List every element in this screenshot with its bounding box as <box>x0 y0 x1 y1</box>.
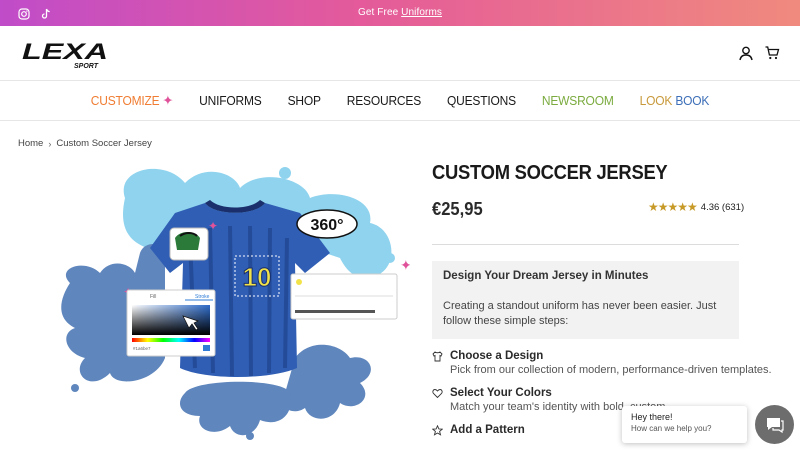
chat-prompt: How can we help you? <box>631 424 712 433</box>
step-title: Choose a Design <box>450 350 544 362</box>
chevron-right-icon: › <box>48 138 52 149</box>
step-item: Choose a Design Pick from our collection… <box>432 350 772 376</box>
panel-tab-stroke: Stroke <box>195 294 210 300</box>
announcement-prefix: Get Free <box>358 7 399 18</box>
announcement-bar: Get Free Uniforms <box>0 0 800 26</box>
splash-dot <box>71 384 79 392</box>
divider <box>432 244 739 245</box>
site-header: LEXA SPORT <box>0 26 800 81</box>
logo[interactable]: LEXA SPORT <box>22 38 110 70</box>
promo-text: Creating a standout uniform has never be… <box>443 300 717 327</box>
splash-dot <box>279 167 291 179</box>
shirt-icon <box>432 351 443 362</box>
announcement-text: Get Free Uniforms <box>0 7 800 18</box>
crest-badge <box>169 227 209 261</box>
rating-stars: ★★★★★ <box>648 200 698 214</box>
breadcrumb-current: Custom Soccer Jersey <box>56 138 152 149</box>
chat-button[interactable] <box>755 405 794 444</box>
nav-item-shop[interactable]: SHOP <box>275 93 334 108</box>
announcement-link[interactable]: Uniforms <box>401 7 442 18</box>
promo-title: Design Your Dream Jersey in Minutes <box>443 270 649 282</box>
step-desc: Pick from our collection of modern, perf… <box>450 364 772 376</box>
breadcrumb: Home › Custom Soccer Jersey <box>18 138 152 149</box>
cart-icon[interactable] <box>764 45 780 61</box>
product-rating[interactable]: ★★★★★ 4.36 (631) <box>648 200 744 214</box>
360-badge: 360° <box>296 209 358 239</box>
splash-dot <box>246 432 254 440</box>
header-icons <box>738 45 780 61</box>
splash-dot <box>385 253 395 263</box>
nav-item-lookbook[interactable]: LOOK BOOK <box>627 93 723 108</box>
sparkle-icon: ✦ <box>162 92 174 108</box>
heart-icon <box>432 389 443 399</box>
logo-main: LEXA <box>22 39 108 64</box>
sparkle-icon: ✦ <box>208 219 218 233</box>
nav-item-uniforms[interactable]: UNIFORMS <box>186 93 274 108</box>
logo-sub: SPORT <box>74 63 99 70</box>
hex-value: #1a6be7 <box>133 346 151 351</box>
step-title: Select Your Colors <box>450 387 552 399</box>
main-nav: CUSTOMIZE ✦ UNIFORMS SHOP RESOURCES QUES… <box>0 81 800 121</box>
nav-item-customize[interactable]: CUSTOMIZE ✦ <box>78 92 186 109</box>
nav-label-customize: CUSTOMIZE <box>90 93 160 108</box>
chat-greeting: Hey there! <box>631 412 673 422</box>
product-price: €25,95 <box>432 199 483 219</box>
nav-label-book: BOOK <box>675 93 710 108</box>
breadcrumb-home[interactable]: Home <box>18 138 43 149</box>
nav-label-look: LOOK <box>639 93 673 108</box>
hero-illustration: 10 360° ✦ ✦ ✦ Fill Stroke #1a6be7 <box>61 167 410 440</box>
account-icon[interactable] <box>738 45 754 61</box>
nav-item-questions[interactable]: QUESTIONS <box>434 93 529 108</box>
promo-box: Design Your Dream Jersey in Minutes Crea… <box>432 261 739 339</box>
panel-tab-fill: Fill <box>150 294 156 300</box>
nav-item-newsroom[interactable]: NEWSROOM <box>529 93 627 108</box>
splash-bottom <box>180 381 291 436</box>
toolbar-panel <box>290 273 398 320</box>
chat-icon <box>766 417 784 433</box>
product-title: CUSTOM SOCCER JERSEY <box>432 162 668 184</box>
color-picker-panel: Fill Stroke #1a6be7 <box>126 289 216 357</box>
nav-item-resources[interactable]: RESOURCES <box>334 93 434 108</box>
chat-greeting-bubble[interactable]: Hey there! How can we help you? <box>622 406 747 443</box>
rating-value: 4.36 (631) <box>700 201 745 213</box>
star-icon <box>432 425 443 436</box>
sparkle-icon: ✦ <box>400 257 410 273</box>
jersey-number: 10 <box>243 262 272 292</box>
badge-360-text: 360° <box>310 217 343 234</box>
